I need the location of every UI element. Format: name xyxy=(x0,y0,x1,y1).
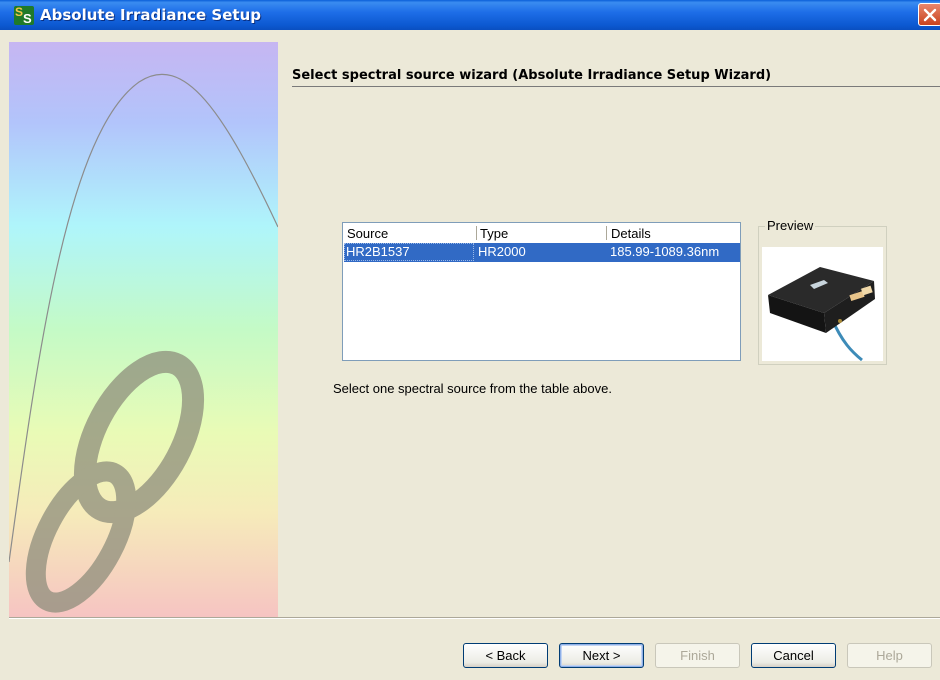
cancel-button[interactable]: Cancel xyxy=(751,643,836,668)
window-title: Absolute Irradiance Setup xyxy=(40,6,261,24)
spectrometer-preview-image xyxy=(762,247,883,362)
app-icon: SS xyxy=(14,5,34,26)
back-button[interactable]: < Back xyxy=(463,643,548,668)
next-button[interactable]: Next > xyxy=(559,643,644,668)
cell-source[interactable]: HR2B1537 xyxy=(346,244,410,259)
column-header-details[interactable]: Details xyxy=(611,226,651,241)
table-row[interactable]: HR2B1537 HR2000 185.99-1089.36nm xyxy=(344,243,740,262)
column-header-source[interactable]: Source xyxy=(347,226,388,241)
instruction-text: Select one spectral source from the tabl… xyxy=(333,381,612,396)
cell-type[interactable]: HR2000 xyxy=(478,244,526,259)
column-divider[interactable] xyxy=(606,226,607,240)
help-button[interactable]: Help xyxy=(847,643,932,668)
column-divider[interactable] xyxy=(476,226,477,240)
cell-details[interactable]: 185.99-1089.36nm xyxy=(610,244,719,259)
footer-divider-highlight xyxy=(9,618,940,619)
close-icon[interactable] xyxy=(918,3,940,26)
header-divider xyxy=(292,86,940,87)
title-bar[interactable]: SS Absolute Irradiance Setup xyxy=(0,0,940,30)
column-header-type[interactable]: Type xyxy=(480,226,508,241)
finish-button[interactable]: Finish xyxy=(655,643,740,668)
wizard-banner-image xyxy=(9,42,278,617)
page-title: Select spectral source wizard (Absolute … xyxy=(292,68,772,83)
source-table[interactable]: Source Type Details HR2B1537 HR2000 185.… xyxy=(342,222,741,361)
preview-label: Preview xyxy=(765,218,816,233)
